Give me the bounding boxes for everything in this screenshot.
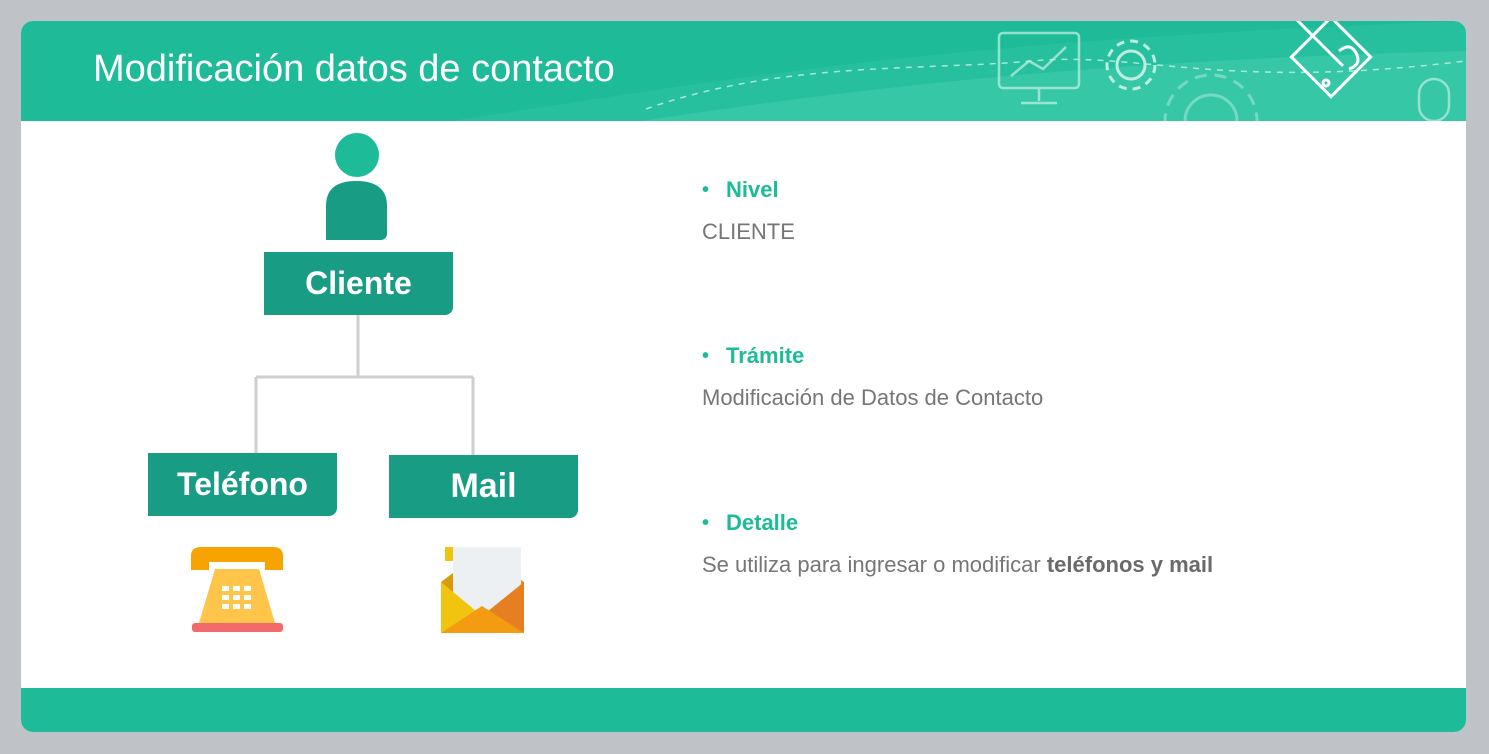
org-diagram xyxy=(191,133,524,633)
bullet-icon: • xyxy=(702,178,710,201)
bullet-icon: • xyxy=(702,344,710,367)
connector-lines xyxy=(254,315,475,455)
tramite-label: Trámite xyxy=(726,343,805,368)
bullet-icon: • xyxy=(702,511,710,534)
detalle-section: • Detalle Se utiliza para ingresar o modi… xyxy=(702,510,1213,578)
detalle-value-text: Se utiliza para ingresar o modificar xyxy=(702,552,1047,577)
detalle-label: Detalle xyxy=(726,510,799,535)
nivel-value: CLIENTE xyxy=(702,219,795,244)
telephone-icon xyxy=(191,547,283,632)
detalle-value: Se utiliza para ingresar o modificar tel… xyxy=(702,552,1213,578)
tramite-value: Modificación de Datos de Contacto xyxy=(702,385,1044,410)
telefono-node: Teléfono xyxy=(148,453,337,516)
detalle-value-bold: teléfonos y mail xyxy=(1046,552,1214,577)
slide-card: Modificación datos de contacto Cliente T… xyxy=(21,21,1466,732)
person-icon xyxy=(326,133,387,240)
tramite-section: • Trámite Modificación de Datos de Contac… xyxy=(702,343,1043,411)
footer-bar xyxy=(21,688,1466,732)
mail-node: Mail xyxy=(389,455,578,518)
envelope-icon xyxy=(441,547,524,633)
cliente-node: Cliente xyxy=(264,252,453,315)
nivel-label: Nivel xyxy=(726,177,779,202)
nivel-section: • Nivel CLIENTE xyxy=(702,177,795,245)
